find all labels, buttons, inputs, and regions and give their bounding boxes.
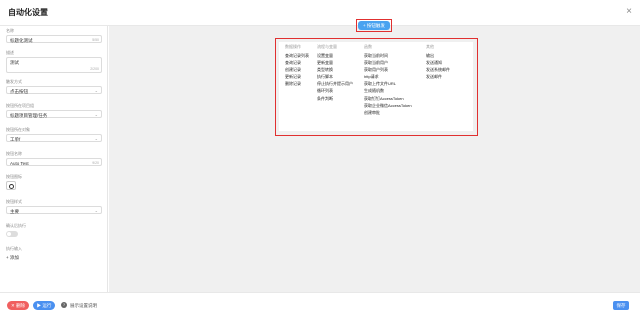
- chevron-down-icon: ⌄: [94, 208, 98, 213]
- menu-item[interactable]: http请求: [364, 73, 412, 80]
- column-data-ops: 数据操作 查询记录列表 查询记录 创建记录 更新记录 删除记录: [285, 44, 309, 87]
- menu-item[interactable]: 类型转换: [317, 66, 353, 73]
- trigger-label: 触发方式: [6, 79, 22, 84]
- button-name-input[interactable]: Auto Test 9/20: [6, 158, 102, 166]
- desc-textarea[interactable]: 测试 2/200: [6, 57, 102, 73]
- menu-item[interactable]: 获取钉钉AccessToken: [364, 95, 412, 102]
- name-count: 5/50: [92, 38, 99, 42]
- add-param-button[interactable]: + 添加: [6, 255, 19, 261]
- flow-canvas: + 按钮触发 数据操作 查询记录列表 查询记录 创建记录 更新记录 删除记录 流…: [109, 19, 640, 292]
- button-name-value: Auto Test: [10, 160, 29, 166]
- desc-label: 描述: [6, 50, 14, 55]
- column-header: 流程与变量: [317, 44, 337, 49]
- help-link[interactable]: 展示设置说明: [70, 303, 97, 309]
- close-icon[interactable]: ×: [626, 6, 632, 17]
- desc-value: 测试: [10, 59, 19, 65]
- object-value: 工单f: [10, 136, 21, 142]
- object-label: 按钮所在对象: [6, 127, 30, 132]
- dialog-header: 自动化设置 ×: [0, 0, 640, 26]
- menu-item[interactable]: 发送通知: [426, 59, 450, 66]
- project-select[interactable]: 标题项目管理/任务 ⌄: [6, 110, 102, 118]
- icon-picker[interactable]: [6, 181, 16, 190]
- column-header: 函数: [364, 44, 372, 49]
- column-header: 其他: [426, 44, 434, 49]
- chevron-down-icon: ⌄: [94, 112, 98, 117]
- menu-item[interactable]: 创建记录: [285, 66, 309, 73]
- name-input[interactable]: 标题化测试 5/50: [6, 35, 102, 43]
- menu-item[interactable]: 获取当前时间: [364, 52, 412, 59]
- dialog-title: 自动化设置: [8, 8, 48, 17]
- menu-item[interactable]: 获取当前用户: [364, 59, 412, 66]
- menu-item[interactable]: 删除记录: [285, 80, 309, 87]
- menu-item[interactable]: 更新变量: [317, 59, 353, 66]
- menu-item[interactable]: 条件判断: [317, 95, 353, 102]
- menu-item[interactable]: 查询记录列表: [285, 52, 309, 59]
- action-menu: 数据操作 查询记录列表 查询记录 创建记录 更新记录 删除记录 流程与变量 设置…: [279, 42, 473, 131]
- dialog-footer: ✕ 删除 ▶ 运行 ? 展示设置说明 保存: [0, 292, 640, 316]
- confirm-toggle[interactable]: [6, 231, 18, 237]
- action-panel: 数据操作 查询记录列表 查询记录 创建记录 更新记录 删除记录 流程与变量 设置…: [275, 38, 478, 136]
- column-other: 其他 输出 发送通知 发送系统邮件 发送邮件: [426, 44, 450, 80]
- circle-icon: [9, 183, 14, 189]
- style-label: 按钮样式: [6, 199, 22, 204]
- menu-item[interactable]: 发送邮件: [426, 73, 450, 80]
- menu-item[interactable]: 获取企业微信AccessToken: [364, 102, 412, 109]
- help-icon[interactable]: ?: [61, 302, 67, 308]
- trigger-select[interactable]: 点击按钮 ⌄: [6, 86, 102, 94]
- start-trigger-button[interactable]: + 按钮触发: [358, 21, 390, 30]
- param-label: 执行输入: [6, 246, 22, 251]
- object-select[interactable]: 工单f ⌄: [6, 134, 102, 142]
- button-name-count: 9/20: [92, 161, 99, 165]
- column-header: 数据操作: [285, 44, 301, 49]
- menu-item[interactable]: 获取用户列表: [364, 66, 412, 73]
- menu-item[interactable]: 停止执行并提示用户: [317, 80, 353, 87]
- settings-sidebar: 名称 标题化测试 5/50 描述 测试 2/200 触发方式 点击按钮 ⌄ 按钮…: [0, 26, 108, 292]
- run-button[interactable]: ▶ 运行: [33, 301, 55, 310]
- icon-label: 按钮图标: [6, 174, 22, 179]
- desc-count: 2/200: [90, 67, 99, 71]
- style-value: 主要: [10, 208, 19, 214]
- menu-item[interactable]: 创建审批: [364, 109, 412, 116]
- column-functions: 函数 获取当前时间 获取当前用户 获取用户列表 http请求 获取上传文件URL…: [364, 44, 412, 116]
- menu-item[interactable]: 循环列表: [317, 87, 353, 94]
- project-label: 按钮所在项目组: [6, 103, 34, 108]
- save-button[interactable]: 保存: [613, 301, 629, 310]
- menu-item[interactable]: 发送系统邮件: [426, 66, 450, 73]
- trigger-value: 点击按钮: [10, 88, 28, 94]
- name-value: 标题化测试: [10, 37, 33, 43]
- toggle-knob: [7, 232, 11, 236]
- menu-item[interactable]: 设置变量: [317, 52, 353, 59]
- delete-button[interactable]: ✕ 删除: [7, 301, 29, 310]
- menu-item[interactable]: 查询记录: [285, 59, 309, 66]
- menu-item[interactable]: 执行脚本: [317, 73, 353, 80]
- menu-item[interactable]: 获取上传文件URL: [364, 80, 412, 87]
- menu-item[interactable]: 生成随机数: [364, 87, 412, 94]
- name-label: 名称: [6, 28, 14, 33]
- menu-item[interactable]: 输出: [426, 52, 450, 59]
- style-select[interactable]: 主要 ⌄: [6, 206, 102, 214]
- project-value: 标题项目管理/任务: [10, 112, 48, 118]
- confirm-label: 确认后执行: [6, 223, 26, 228]
- chevron-down-icon: ⌄: [94, 136, 98, 141]
- column-flow-vars: 流程与变量 设置变量 更新变量 类型转换 执行脚本 停止执行并提示用户 循环列表…: [317, 44, 353, 102]
- chevron-down-icon: ⌄: [94, 88, 98, 93]
- menu-item[interactable]: 更新记录: [285, 73, 309, 80]
- button-name-label: 按钮名称: [6, 151, 22, 156]
